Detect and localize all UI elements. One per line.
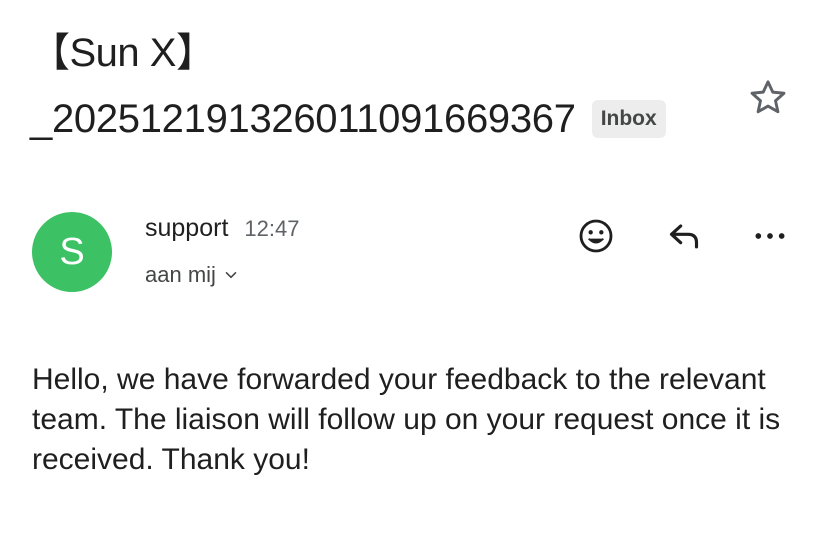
chevron-down-icon	[225, 272, 237, 279]
smiley-icon	[579, 219, 613, 253]
more-horizontal-icon	[755, 233, 785, 239]
sender-name[interactable]: support	[145, 214, 228, 243]
add-reaction-button[interactable]	[574, 214, 618, 258]
subject-line-2-row: _20251219132601109166​9367 Inbox	[30, 94, 730, 144]
email-body: Hello, we have forwarded your feedback t…	[32, 363, 781, 476]
sender-avatar[interactable]: S	[32, 212, 112, 292]
inbox-label-badge[interactable]: Inbox	[591, 100, 666, 138]
reply-button[interactable]	[662, 214, 706, 258]
reply-icon	[669, 224, 699, 249]
star-icon[interactable]	[746, 76, 790, 120]
subject-line-2: _20251219132601109166​9367	[30, 97, 576, 141]
sender-row: support 12:47	[145, 214, 299, 243]
email-subject: 【Sun X】 _20251219132601109166​9367 Inbox	[30, 28, 730, 144]
sent-time: 12:47	[244, 216, 300, 241]
more-options-button[interactable]	[748, 214, 792, 258]
recipient-label: aan mij	[145, 262, 216, 287]
subject-line-1: 【Sun X】	[30, 31, 216, 75]
recipient-details-toggle[interactable]: aan mij	[145, 262, 238, 288]
